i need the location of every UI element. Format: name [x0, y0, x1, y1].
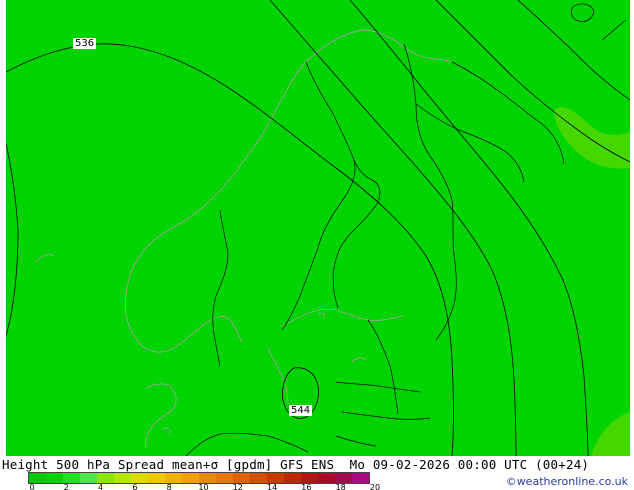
legend-swatch: [97, 473, 114, 483]
legend-tick-label: 12: [232, 483, 243, 490]
legend-tick-label: 8: [166, 483, 172, 490]
legend-swatch: [114, 473, 131, 483]
weather-map-screen: 536 544 Height 500 hPa Spread mean+σ [gp…: [0, 0, 634, 490]
legend-tick-label: 14: [267, 483, 278, 490]
legend-swatch: [46, 473, 63, 483]
legend-swatch: [63, 473, 80, 483]
legend-tick-label: 0: [29, 483, 35, 490]
legend-swatch: [352, 473, 369, 483]
legend-tick-label: 4: [98, 483, 104, 490]
legend-swatch: [80, 473, 97, 483]
legend-swatch: [301, 473, 318, 483]
legend-swatch: [148, 473, 165, 483]
legend-swatch: [216, 473, 233, 483]
legend-swatch: [267, 473, 284, 483]
legend-swatch: [284, 473, 301, 483]
map-canvas: [6, 0, 630, 456]
legend-tick-label: 18: [335, 483, 346, 490]
legend-swatch: [182, 473, 199, 483]
legend-tick-label: 16: [301, 483, 312, 490]
legend-tick-label: 2: [63, 483, 69, 490]
credit-text[interactable]: ©weatheronline.co.uk: [506, 475, 628, 488]
legend-swatch: [335, 473, 352, 483]
map-caption: Height 500 hPa Spread mean+σ [gpdm] GFS …: [2, 457, 590, 472]
contour-label-544: 544: [289, 405, 313, 416]
legend-swatch: [165, 473, 182, 483]
legend-swatch: [233, 473, 250, 483]
legend-swatch: [131, 473, 148, 483]
legend-swatch: [29, 473, 46, 483]
contour-label-536: 536: [73, 38, 97, 49]
legend-tick-label: 10: [198, 483, 209, 490]
legend-swatch: [250, 473, 267, 483]
legend-tick-label: 6: [132, 483, 138, 490]
legend-tick-label: 20: [369, 483, 381, 490]
legend-swatch: [318, 473, 335, 483]
legend-swatch: [199, 473, 216, 483]
